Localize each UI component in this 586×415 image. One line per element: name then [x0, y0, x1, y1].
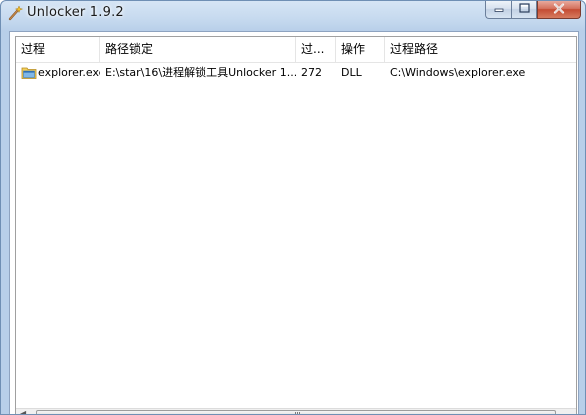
- cell-process: explorer.exe: [38, 66, 100, 79]
- title-bar[interactable]: Unlocker 1.9.2: [1, 1, 585, 27]
- cell-pid: 272: [301, 66, 322, 79]
- cell-locked-path: E:\star\16\进程解锁工具Unlocker 1...: [105, 66, 296, 79]
- column-header-type[interactable]: 操作: [336, 37, 385, 62]
- process-list[interactable]: 过程 路径锁定 过... 操作 过程路径 explorer.exe E:\sta…: [15, 36, 577, 414]
- list-header: 过程 路径锁定 过... 操作 过程路径: [16, 37, 576, 63]
- cell-type: DLL: [341, 66, 362, 79]
- close-button[interactable]: [537, 1, 581, 19]
- app-window: Unlocker 1.9.2 过程 路径锁定 过... 操作 过程路径 expl…: [0, 0, 586, 415]
- caption-buttons: [485, 1, 581, 20]
- column-header-locked-path[interactable]: 路径锁定: [100, 37, 296, 62]
- close-icon: [553, 2, 565, 17]
- cell-process-path: C:\Windows\explorer.exe: [390, 66, 526, 79]
- maximize-button[interactable]: [511, 1, 537, 19]
- client-area: 过程 路径锁定 过... 操作 过程路径 explorer.exe E:\sta…: [9, 31, 579, 414]
- minimize-icon: [494, 3, 504, 16]
- minimize-button[interactable]: [485, 1, 511, 19]
- maximize-icon: [518, 3, 530, 16]
- column-header-process[interactable]: 过程: [16, 37, 100, 62]
- wand-icon: [7, 5, 24, 21]
- window-title: Unlocker 1.9.2: [27, 5, 124, 20]
- column-header-process-path[interactable]: 过程路径: [385, 37, 577, 62]
- column-header-pid[interactable]: 过...: [296, 37, 336, 62]
- scroll-left-arrow-icon[interactable]: ◀: [20, 409, 26, 414]
- scroll-thumb[interactable]: [36, 410, 556, 414]
- table-row[interactable]: explorer.exe E:\star\16\进程解锁工具Unlocker 1…: [16, 63, 576, 82]
- horizontal-scrollbar[interactable]: ◀: [16, 408, 576, 414]
